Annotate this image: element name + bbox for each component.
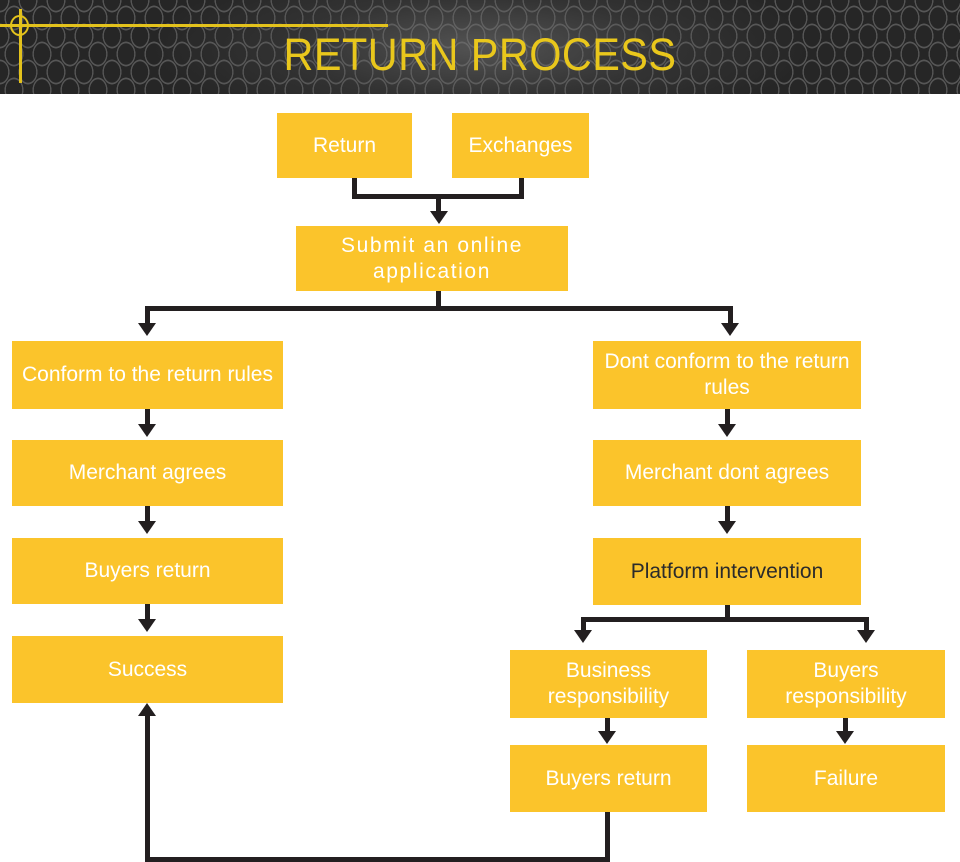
arrow-to-merchant-dont-agrees <box>718 424 736 437</box>
node-buyers-responsibility-label: Buyers responsibility <box>785 659 907 708</box>
node-dont-conform-label: Dont conform to the return rules <box>604 350 850 399</box>
node-conform-to-return-rules[interactable]: Conform to the return rules <box>12 341 283 409</box>
arrow-to-buyers-return-bottom <box>598 731 616 744</box>
node-merchant-agrees[interactable]: Merchant agrees <box>12 440 283 506</box>
node-exchanges[interactable]: Exchanges <box>452 113 589 178</box>
node-buyers-return-left[interactable]: Buyers return <box>12 538 283 604</box>
node-merchant-dont-agrees-label: Merchant dont agrees <box>624 461 830 484</box>
arrow-to-conform <box>138 323 156 336</box>
node-success-label: Success <box>107 657 188 681</box>
node-platform-intervention[interactable]: Platform intervention <box>593 538 861 605</box>
arrow-to-failure <box>836 731 854 744</box>
connector-feedback-down <box>605 812 610 862</box>
node-business-responsibility-label: Business responsibility <box>547 659 670 708</box>
node-buyers-responsibility[interactable]: Buyers responsibility <box>747 650 945 718</box>
arrow-to-merchant-agrees <box>138 424 156 437</box>
connector-split-horizontal <box>145 306 733 311</box>
node-business-responsibility[interactable]: Business responsibility <box>510 650 707 718</box>
connector-platform-split-horizontal <box>581 617 869 622</box>
node-dont-conform-to-return-rules[interactable]: Dont conform to the return rules <box>593 341 861 409</box>
arrow-to-success <box>138 619 156 632</box>
node-platform-intervention-label: Platform intervention <box>630 559 824 583</box>
node-submit-application[interactable]: Submit an online application <box>296 226 568 291</box>
node-return[interactable]: Return <box>277 113 412 178</box>
page-title: RETURN PROCESS <box>283 29 677 80</box>
arrow-to-submit-application <box>430 211 448 224</box>
node-buyers-return-bottom-label: Buyers return <box>545 766 672 790</box>
node-failure[interactable]: Failure <box>747 745 945 812</box>
node-return-label: Return <box>312 133 377 157</box>
node-merchant-dont-agrees[interactable]: Merchant dont agrees <box>593 440 861 506</box>
connector-feedback-up <box>145 715 150 860</box>
arrow-feedback-to-success <box>138 703 156 716</box>
decorative-horizontal-line-icon <box>0 24 388 27</box>
decorative-circle-icon <box>10 15 29 36</box>
node-conform-label: Conform to the return rules <box>22 363 273 386</box>
node-buyers-return-left-label: Buyers return <box>84 559 211 582</box>
node-submit-application-label: Submit an online application <box>340 233 524 283</box>
arrow-to-buyers-return-left <box>138 521 156 534</box>
node-success[interactable]: Success <box>12 636 283 703</box>
arrow-to-dont-conform <box>721 323 739 336</box>
arrow-to-business-responsibility <box>574 630 592 643</box>
node-merchant-agrees-label: Merchant agrees <box>68 461 227 484</box>
arrow-to-buyers-responsibility <box>857 630 875 643</box>
arrow-to-platform-intervention <box>718 521 736 534</box>
node-failure-label: Failure <box>813 766 879 790</box>
node-buyers-return-bottom[interactable]: Buyers return <box>510 745 707 812</box>
page-header: RETURN PROCESS <box>0 0 960 94</box>
node-exchanges-label: Exchanges <box>468 133 573 157</box>
connector-feedback-horizontal <box>145 857 610 862</box>
